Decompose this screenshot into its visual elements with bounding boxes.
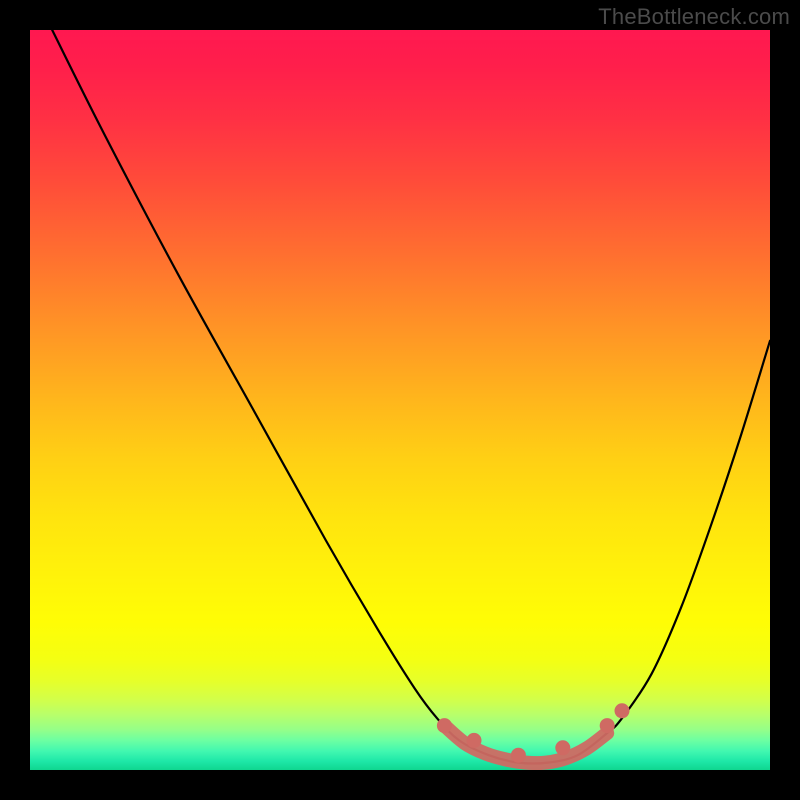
curve-layer (30, 30, 770, 770)
bottleneck-curve (52, 30, 770, 764)
plot-area (30, 30, 770, 770)
right-knee-marker (615, 703, 630, 718)
flat-region-point (467, 733, 482, 748)
watermark-text: TheBottleneck.com (598, 4, 790, 30)
flat-region-point2 (555, 740, 570, 755)
chart-frame: TheBottleneck.com (0, 0, 800, 800)
flat-region-min (511, 748, 526, 763)
flat-region-right-end (600, 718, 615, 733)
flat-region-left-end (437, 718, 452, 733)
